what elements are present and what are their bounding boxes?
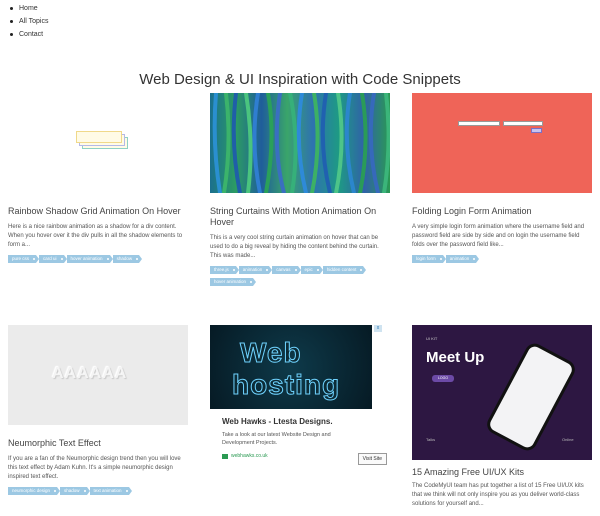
nav-link-all-topics[interactable]: All Topics [19, 15, 48, 28]
nav-link-home[interactable]: Home [19, 2, 38, 15]
tag-list: neumorphic design shadow text animation [8, 487, 188, 495]
visit-site-button[interactable]: Visit Site [357, 453, 387, 465]
card-thumbnail[interactable]: AAAAAA [8, 325, 188, 425]
ad-title[interactable]: Web Hawks - Ltesta Designs. [222, 417, 390, 426]
card-title[interactable]: String Curtains With Motion Animation On… [210, 206, 390, 228]
tag[interactable]: text animation [89, 487, 132, 495]
ad-card[interactable]: x Web hosting Web Hawks - Ltesta Designs… [210, 325, 390, 470]
article-card-folding-login: Folding Login Form Animation A very simp… [412, 93, 592, 263]
card-thumbnail[interactable]: UI KIT Meet Up LOGO Talks Online [412, 325, 592, 460]
top-nav: Home All Topics Contact [8, 2, 48, 41]
curtain-strings-graphic [212, 93, 390, 193]
article-card-rainbow: Rainbow Shadow Grid Animation On Hover H… [8, 93, 188, 263]
card-description: A very simple login form animation where… [412, 224, 585, 248]
username-field-graphic [458, 121, 500, 126]
nav-link-contact[interactable]: Contact [19, 28, 43, 41]
card-thumbnail[interactable] [8, 93, 188, 193]
shadow-layer [76, 131, 122, 143]
card-description: If you are a fan of the Neumorphic desig… [8, 456, 181, 480]
card-title[interactable]: Rainbow Shadow Grid Animation On Hover [8, 206, 188, 217]
card-description: Here is a nice rainbow animation as a sh… [8, 224, 183, 248]
tag-list: three.js animation canvas epic hidden co… [210, 266, 390, 286]
ad-link-icon [222, 453, 228, 459]
article-card-string-curtains: String Curtains With Motion Animation On… [210, 93, 390, 286]
card-thumbnail[interactable] [412, 93, 592, 193]
tag[interactable]: three.js [210, 266, 239, 274]
login-button-graphic [531, 128, 542, 133]
bullet-icon [10, 20, 13, 23]
tag-list: pure css card ui hover animation shadow [8, 255, 188, 263]
ad-description: Take a look at our latest Website Design… [222, 432, 331, 446]
card-title[interactable]: Folding Login Form Animation [412, 206, 592, 217]
logo-badge: LOGO [432, 375, 454, 382]
ad-close-icon[interactable]: x [374, 325, 382, 332]
neumorphic-text-graphic: AAAAAA [52, 365, 128, 382]
card-title[interactable]: 15 Amazing Free UI/UX Kits [412, 467, 592, 478]
tag[interactable]: pure css [8, 255, 40, 263]
article-card-neumorphic: AAAAAA Neumorphic Text Effect If you are… [8, 325, 188, 495]
nav-item-contact[interactable]: Contact [8, 28, 48, 41]
card-description: This is a very cool string curtain anima… [210, 235, 379, 259]
tag[interactable]: epic [300, 266, 324, 274]
tag-list: login form animation [412, 255, 592, 263]
ad-image[interactable]: Web hosting [210, 325, 372, 409]
tag[interactable]: hover animation [66, 255, 113, 263]
tag[interactable]: shadow [60, 487, 90, 495]
tag[interactable]: card ui [39, 255, 66, 263]
tag[interactable]: login form [412, 255, 446, 263]
page-title: Web Design & UI Inspiration with Code Sn… [139, 71, 461, 88]
tag[interactable]: hover animation [210, 278, 257, 286]
ad-image-text: hosting [231, 369, 341, 401]
bullet-icon [10, 7, 13, 10]
ad-image-text: Web [240, 337, 302, 369]
ui-kit-label: UI KIT [426, 336, 438, 341]
article-card-ui-kits: UI KIT Meet Up LOGO Talks Online 15 Amaz… [412, 325, 592, 509]
nav-item-all-topics[interactable]: All Topics [8, 15, 48, 28]
mockup-label: Online [562, 437, 574, 442]
password-field-graphic [503, 121, 543, 126]
ad-url-text: webhawks.co.uk [231, 453, 268, 459]
bullet-icon [10, 33, 13, 36]
nav-item-home[interactable]: Home [8, 2, 48, 15]
tag[interactable]: hidden content [322, 266, 366, 274]
tag[interactable]: animation [445, 255, 479, 263]
card-description: The CodeMyUI team has put together a lis… [412, 483, 584, 507]
tag[interactable]: canvas [272, 266, 301, 274]
tag[interactable]: neumorphic design [8, 487, 61, 495]
meetup-headline: Meet Up [426, 349, 485, 366]
mockup-label: Talks [426, 437, 436, 442]
tag[interactable]: shadow [112, 255, 142, 263]
tag[interactable]: animation [238, 266, 272, 274]
card-thumbnail[interactable] [210, 93, 390, 193]
card-title[interactable]: Neumorphic Text Effect [8, 438, 188, 449]
